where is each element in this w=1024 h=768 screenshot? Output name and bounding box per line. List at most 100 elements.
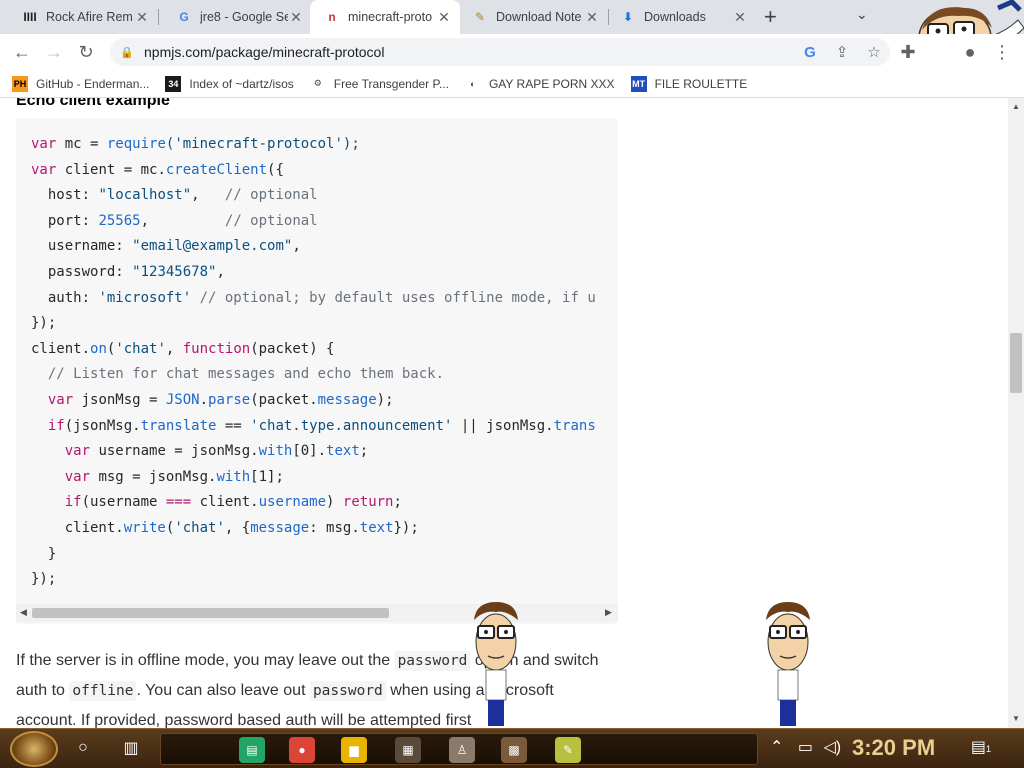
code-token: return [342, 494, 394, 511]
paragraph-segment: . You can also leave out [136, 682, 310, 699]
forward-arrow-icon[interactable]: → [42, 40, 66, 64]
code-line: client.write('chat', {message: msg.text}… [31, 516, 596, 542]
google-lens-icon[interactable]: G [794, 44, 826, 61]
task-view-icon[interactable]: ▥ [118, 735, 144, 761]
code-token: || jsonMsg. [452, 417, 554, 434]
code-token: var [64, 443, 91, 460]
taskbar-chrome-icon[interactable]: ● [289, 737, 315, 763]
clock-time[interactable]: 3:20 PM [852, 735, 935, 761]
bookmark-item-2[interactable]: 34 Index of ~dartz/isos [165, 75, 294, 92]
code-token: require [106, 136, 166, 152]
code-token: client. [31, 340, 91, 357]
cortana-circle-icon[interactable]: ○ [70, 735, 96, 761]
show-hidden-icons-chevron-icon[interactable]: ⌃ [770, 739, 783, 756]
code-token: mc = [56, 136, 107, 152]
tab-4[interactable]: ✎ Download Note ✕ [458, 0, 608, 34]
tab-2[interactable]: Gjre8 - Google Se ✕ [162, 0, 312, 34]
code-line: } [31, 542, 596, 568]
code-token: parse [208, 391, 251, 408]
share-icon[interactable]: ⇪ [826, 43, 858, 61]
page-scrollbar-thumb[interactable] [1010, 333, 1022, 393]
tab-close-icon[interactable]: ✕ [584, 9, 600, 26]
bookmark-star-icon[interactable]: ☆ [858, 43, 890, 61]
bookmark-item-4[interactable]: ◐ GAY RAPE PORN XXX [464, 75, 615, 92]
code-token: client = mc. [56, 161, 166, 178]
url-text[interactable]: npmjs.com/package/minecraft-protocol [144, 44, 794, 60]
code-token: 'chat' [115, 340, 166, 357]
taskbar-app-figure-icon[interactable]: ♙ [449, 737, 475, 763]
code-line: var msg = jsonMsg.with[1]; [31, 465, 596, 491]
lock-icon[interactable]: 🔒 [120, 46, 136, 59]
notification-center-icon[interactable]: ▤1 [970, 737, 992, 759]
code-token: auth: [31, 289, 99, 306]
scroll-right-arrow-icon[interactable]: ▶ [605, 607, 612, 618]
bookmark-item-3[interactable]: ⚙ Free Transgender P... [309, 75, 449, 92]
code-horizontal-scrollbar[interactable]: ◀ ▶ [16, 604, 618, 622]
code-block: var mc = require('minecraft-protocol'); v… [16, 118, 618, 624]
taskbar-minecraft-icon[interactable]: ▩ [501, 737, 527, 763]
page-vertical-scrollbar[interactable]: ▲ ▼ [1008, 98, 1024, 728]
tab-favicon-icon: ✎ [474, 10, 486, 24]
scrollbar-thumb[interactable] [32, 608, 389, 618]
code-line: if(jsonMsg.translate == 'chat.type.annou… [31, 414, 596, 440]
network-icon[interactable]: ▭ [798, 739, 813, 756]
code-token: host: [31, 187, 99, 204]
bookmark-item-1[interactable]: PH GitHub - Enderman... [12, 75, 149, 92]
code-token: ) [326, 494, 343, 511]
code-token: var [31, 161, 57, 178]
reload-icon[interactable]: ↻ [74, 40, 98, 64]
tab-strip: + ⌄ IIII Rock Afire Rem ✕ Gjre8 - Google Se… [0, 0, 1024, 69]
code-token: if [64, 494, 82, 511]
taskbar-file-explorer-icon[interactable]: ▆ [341, 737, 367, 763]
code-token: ('minecraft-protocol'); [165, 136, 360, 152]
code-token: (packet) { [250, 340, 335, 357]
code-token: username: [31, 238, 133, 255]
code-line: if(username === client.username) return; [31, 490, 596, 516]
bookmark-label: FILE ROULETTE [654, 76, 748, 91]
volume-icon[interactable]: ◁) [823, 739, 841, 756]
tab-close-icon[interactable]: ✕ [732, 9, 748, 26]
code-token: 'chat.type.announcement' [250, 417, 453, 434]
taskbar-radio-icon[interactable]: ▦ [395, 737, 421, 763]
code-token: // optional [224, 212, 318, 229]
code-line: username: "email@example.com", [31, 234, 596, 260]
code-token: msg = jsonMsg. [90, 468, 217, 485]
tab-3[interactable]: n minecraft-proto ✕ [310, 0, 460, 34]
code-token: message [317, 391, 377, 408]
code-line: var jsonMsg = JSON.parse(packet.message)… [31, 388, 596, 414]
code-token: client. [191, 494, 259, 511]
tab-1[interactable]: IIII Rock Afire Rem ✕ [8, 0, 158, 34]
taskbar-notepad-icon[interactable]: ✎ [555, 737, 581, 763]
code-token: , { [224, 519, 251, 536]
tab-search-button[interactable]: ⌄ [856, 6, 868, 23]
start-button[interactable] [10, 731, 58, 767]
scroll-left-arrow-icon[interactable]: ◀ [20, 607, 27, 618]
bookmark-favicon-icon: ◐ [464, 75, 481, 92]
code-token: message [250, 519, 310, 536]
scroll-down-arrow-icon[interactable]: ▼ [1012, 714, 1020, 723]
tab-close-icon[interactable]: ✕ [134, 9, 150, 26]
tab-close-icon[interactable]: ✕ [288, 9, 304, 26]
code-token: }); [31, 315, 57, 332]
taskbar-sheets-icon[interactable]: ▤ [239, 737, 265, 763]
code-token: with [216, 468, 251, 485]
tab-5[interactable]: ⬇ Downloads ✕ [606, 0, 756, 34]
tab-close-icon[interactable]: ✕ [436, 9, 452, 26]
system-tray[interactable]: ⌃ ▭ ◁) [770, 737, 841, 757]
code-token: function [182, 340, 251, 357]
back-arrow-icon[interactable]: ← [10, 40, 34, 64]
scroll-up-arrow-icon[interactable]: ▲ [1012, 102, 1020, 111]
code-line: // Listen for chat messages and echo the… [31, 362, 596, 388]
new-tab-button[interactable]: + [764, 4, 777, 30]
bookmark-item-5[interactable]: MT FILE ROULETTE [630, 75, 748, 92]
address-bar[interactable]: 🔒 npmjs.com/package/minecraft-protocol G… [110, 38, 890, 66]
menu-kebab-icon[interactable]: ⋮ [990, 40, 1014, 64]
profile-avatar-icon[interactable]: ● [958, 40, 982, 64]
code-token: if [47, 417, 65, 434]
code-token: , [165, 340, 183, 357]
code-token: JSON [165, 391, 200, 408]
code-line: var mc = require('minecraft-protocol'); [31, 132, 596, 158]
extensions-puzzle-icon[interactable]: ✚ [896, 40, 920, 64]
